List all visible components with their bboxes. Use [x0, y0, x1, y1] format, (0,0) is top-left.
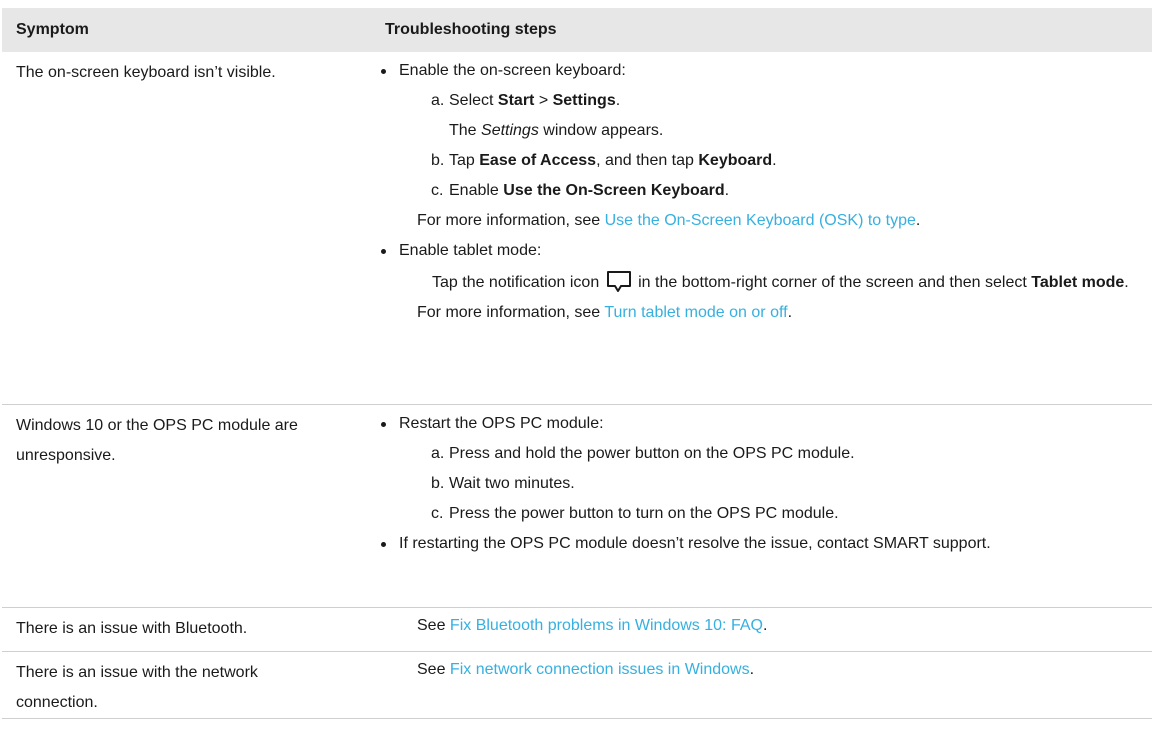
step-text: Restart the OPS PC module:	[399, 414, 604, 432]
step-letter: a.	[431, 444, 445, 462]
table-header-row: Symptom Troubleshooting steps	[2, 8, 1152, 52]
bullet-icon	[381, 69, 386, 74]
bullet-icon	[381, 541, 386, 547]
list-item: Enable tablet mode:	[371, 236, 1152, 266]
table-row: There is an issue with Bluetooth. See Fi…	[2, 607, 1152, 652]
substep-a: a. Select Start > Settings.	[371, 86, 1152, 116]
notification-icon	[606, 271, 632, 293]
steps-cell: Enable the on-screen keyboard: a. Select…	[371, 52, 1152, 405]
ui-term-keyboard: Keyboard	[698, 152, 773, 169]
tablet-instruction: Tap the notification icon in the bottom-…	[371, 268, 1152, 298]
network-issues-link[interactable]: Fix network connection issues in Windows	[450, 661, 750, 678]
substep-c: c. Enable Use the On-Screen Keyboard.	[371, 176, 1152, 206]
header-steps: Troubleshooting steps	[371, 8, 1152, 52]
osk-help-link[interactable]: Use the On-Screen Keyboard (OSK) to type	[605, 212, 916, 229]
substep-c: c. Press the power button to turn on the…	[371, 499, 1152, 529]
bullet-icon	[381, 421, 386, 427]
punct: .	[724, 182, 730, 199]
see-text: See	[417, 660, 450, 678]
step-letter: b.	[431, 474, 445, 492]
punct: .	[749, 660, 755, 678]
window-name: Settings	[481, 122, 539, 139]
step-text: Enable tablet mode:	[399, 242, 542, 259]
punct: .	[762, 616, 768, 634]
header-symptom: Symptom	[2, 8, 371, 52]
troubleshooting-table: Symptom Troubleshooting steps The on-scr…	[2, 8, 1152, 719]
step-text: Tap the notification icon	[432, 274, 604, 291]
step-text: Press the power button to turn on the OP…	[449, 504, 839, 522]
steps-cell: Restart the OPS PC module: a. Press and …	[371, 404, 1152, 608]
ui-term-settings: Settings	[552, 92, 616, 109]
punct: .	[787, 304, 793, 321]
tablet-mode-link[interactable]: Turn tablet mode on or off	[604, 304, 787, 321]
ui-term-ease-of-access: Ease of Access	[479, 152, 597, 169]
symptom-text: Windows 10 or the OPS PC module are unre…	[16, 416, 298, 464]
note-text: The	[449, 122, 482, 139]
see-also: See Fix network connection issues in Win…	[371, 658, 1152, 682]
list-item: Enable the on-screen keyboard:	[371, 56, 1152, 86]
symptom-cell: The on-screen keyboard isn’t visible.	[2, 52, 371, 405]
step-letter: c.	[431, 504, 444, 522]
symptom-text: The on-screen keyboard isn’t visible.	[16, 64, 276, 81]
step-letter: a.	[431, 92, 445, 109]
step-text: Tap	[449, 152, 480, 169]
step-text: Wait two minutes.	[449, 474, 575, 492]
list-item: Restart the OPS PC module:	[371, 409, 1152, 439]
step-text: Select	[449, 92, 498, 109]
see-also: See Fix Bluetooth problems in Windows 10…	[371, 614, 1152, 638]
step-text: If restarting the OPS PC module doesn’t …	[399, 534, 991, 552]
bluetooth-faq-link[interactable]: Fix Bluetooth problems in Windows 10: FA…	[450, 617, 763, 634]
step-letter: c.	[431, 182, 444, 199]
punct: .	[615, 92, 621, 109]
ui-term-tablet-mode: Tablet mode	[1031, 274, 1125, 291]
table-row: The on-screen keyboard isn’t visible. En…	[2, 52, 1152, 405]
more-info: For more information, see Use the On-Scr…	[371, 206, 1152, 236]
note-text: window appears.	[538, 122, 664, 139]
symptom-cell: There is an issue with the network conne…	[2, 651, 371, 719]
punct: .	[1124, 274, 1129, 291]
steps-cell: See Fix network connection issues in Win…	[371, 651, 1152, 719]
punct: .	[915, 212, 921, 229]
step-text: Press and hold the power button on the O…	[449, 444, 855, 462]
list-item: If restarting the OPS PC module doesn’t …	[371, 529, 1039, 559]
table-row: There is an issue with the network conne…	[2, 651, 1152, 719]
symptom-cell: There is an issue with Bluetooth.	[2, 607, 371, 652]
separator: >	[534, 92, 553, 109]
ui-term-osk: Use the On-Screen Keyboard	[503, 182, 725, 199]
bullet-icon	[381, 249, 386, 254]
more-info-text: For more information, see	[417, 212, 605, 229]
table-row: Windows 10 or the OPS PC module are unre…	[2, 404, 1152, 608]
step-letter: b.	[431, 152, 445, 169]
substep-b: b. Wait two minutes.	[371, 469, 1152, 499]
steps-cell: See Fix Bluetooth problems in Windows 10…	[371, 607, 1152, 652]
step-text: , and then tap	[596, 152, 699, 169]
more-info: For more information, see Turn tablet mo…	[371, 298, 1152, 328]
more-info-text: For more information, see	[417, 304, 605, 321]
step-text: Enable the on-screen keyboard:	[399, 62, 626, 79]
symptom-text: There is an issue with Bluetooth.	[16, 619, 248, 637]
substep-a: a. Press and hold the power button on th…	[371, 439, 1152, 469]
see-text: See	[417, 616, 450, 634]
substep-a-note: The Settings window appears.	[371, 116, 1152, 146]
substep-b: b. Tap Ease of Access, and then tap Keyb…	[371, 146, 1152, 176]
punct: .	[772, 152, 777, 169]
step-text: Enable	[449, 182, 504, 199]
symptom-cell: Windows 10 or the OPS PC module are unre…	[2, 404, 371, 608]
step-text: in the bottom-right corner of the screen…	[633, 274, 1032, 291]
ui-term-start: Start	[497, 92, 535, 109]
symptom-text: There is an issue with the network conne…	[16, 663, 258, 711]
